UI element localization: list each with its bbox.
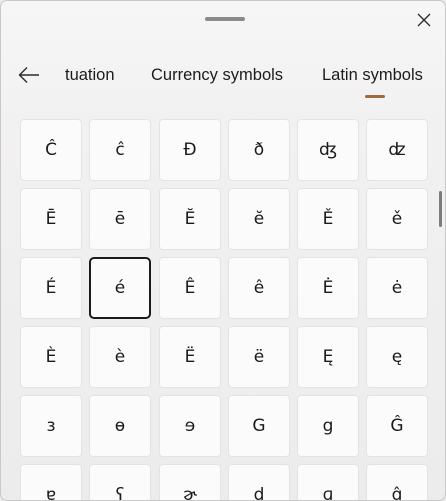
symbol-tile[interactable]: ɘ xyxy=(159,395,221,457)
symbol-tile[interactable]: Ê xyxy=(159,257,221,319)
symbol-tile[interactable]: ě xyxy=(366,188,428,250)
symbol-tile[interactable]: ɡ xyxy=(297,464,359,500)
symbol-tile[interactable]: ð xyxy=(228,119,290,181)
symbol-tile[interactable]: ĝ xyxy=(366,464,428,500)
symbol-tile[interactable]: ʤ xyxy=(297,119,359,181)
tab-punctuation[interactable]: tuation xyxy=(65,53,115,97)
symbol-tile[interactable]: ɐ xyxy=(20,464,82,500)
symbol-tile-selected[interactable]: é xyxy=(89,257,151,319)
back-arrow-icon xyxy=(18,67,39,83)
symbol-tile[interactable]: Ē xyxy=(20,188,82,250)
symbol-tile[interactable]: È xyxy=(20,326,82,388)
category-tabs: tuation Currency symbols Latin symbols xyxy=(59,53,445,101)
symbol-tile[interactable]: Ę xyxy=(297,326,359,388)
symbol-tile[interactable]: ĕ xyxy=(228,188,290,250)
symbol-tile[interactable]: É xyxy=(20,257,82,319)
close-icon xyxy=(417,13,431,27)
symbol-tile[interactable]: ę xyxy=(366,326,428,388)
symbol-tile[interactable]: ʣ xyxy=(366,119,428,181)
tab-latin-symbols[interactable]: Latin symbols xyxy=(322,53,423,97)
symbol-tile[interactable]: Ĉ xyxy=(20,119,82,181)
close-button[interactable] xyxy=(409,5,439,35)
drag-handle[interactable] xyxy=(205,17,245,21)
selected-tab-indicator xyxy=(365,95,385,98)
emoji-symbol-panel: tuation Currency symbols Latin symbols Ĉ… xyxy=(0,0,446,501)
symbol-tile[interactable]: ɵ xyxy=(89,395,151,457)
symbol-tile[interactable]: Ĕ xyxy=(159,188,221,250)
symbol-tile[interactable]: ĉ xyxy=(89,119,151,181)
symbol-tile[interactable]: ē xyxy=(89,188,151,250)
symbol-tile[interactable]: è xyxy=(89,326,151,388)
symbol-tile[interactable]: Ë xyxy=(159,326,221,388)
symbol-tile[interactable]: ɚ xyxy=(159,464,221,500)
symbol-tile[interactable]: ë xyxy=(228,326,290,388)
symbol-tile[interactable]: Ė xyxy=(297,257,359,319)
symbol-tile[interactable]: g xyxy=(297,395,359,457)
tab-currency-symbols[interactable]: Currency symbols xyxy=(151,53,283,97)
symbol-tile[interactable]: Ě xyxy=(297,188,359,250)
scrollbar-thumb[interactable] xyxy=(439,191,442,227)
symbol-tile[interactable]: Đ xyxy=(159,119,221,181)
symbol-tile[interactable]: Ĝ xyxy=(366,395,428,457)
back-button[interactable] xyxy=(11,57,47,93)
symbol-tile[interactable]: ɖ xyxy=(228,464,290,500)
symbol-tile[interactable]: G xyxy=(228,395,290,457)
symbol-tile[interactable]: ê xyxy=(228,257,290,319)
symbol-tile[interactable]: ʕ xyxy=(89,464,151,500)
symbol-tile[interactable]: ė xyxy=(366,257,428,319)
symbol-grid: ĈĉĐðʤʣ ĒēĔĕĚě ÉéÊêĖė ÈèËëĘę ɜɵɘGgĜɐʕɚɖɡĝ xyxy=(1,119,445,500)
symbol-tile[interactable]: ɜ xyxy=(20,395,82,457)
